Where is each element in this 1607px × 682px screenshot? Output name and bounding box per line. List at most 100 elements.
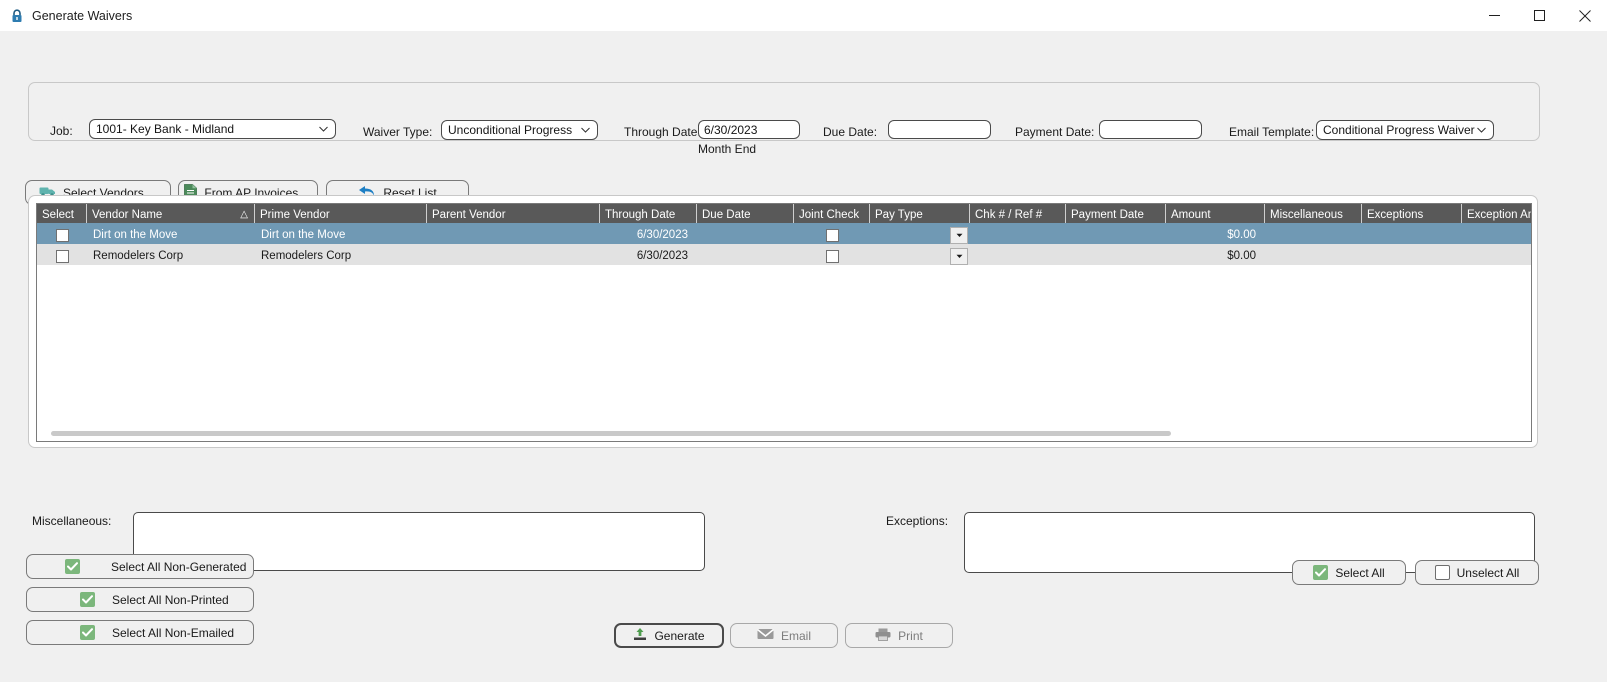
- upload-icon: [633, 627, 647, 644]
- print-button[interactable]: Print: [845, 623, 953, 648]
- table-cell-text: Remodelers Corp: [93, 250, 184, 262]
- grid-column-header[interactable]: Joint Check: [794, 204, 870, 223]
- generate-label: Generate: [654, 628, 705, 643]
- grid-column-header[interactable]: Pay Type: [870, 204, 970, 223]
- job-dropdown[interactable]: 1001- Key Bank - Midland: [89, 119, 336, 139]
- pay-type-dropdown-button[interactable]: [950, 226, 968, 244]
- email-button[interactable]: Email: [730, 623, 838, 648]
- table-cell: [1265, 223, 1362, 244]
- grid-column-header[interactable]: Chk # / Ref #: [970, 204, 1066, 223]
- table-cell: [427, 244, 600, 265]
- through-date-input[interactable]: 6/30/2023: [698, 120, 800, 139]
- chevron-down-icon: [956, 233, 962, 237]
- grid-column-header-label: Amount: [1171, 208, 1211, 221]
- row-select-checkbox[interactable]: [55, 228, 69, 242]
- row-select-cell[interactable]: [37, 244, 87, 265]
- lock-icon: [10, 8, 24, 23]
- grid-column-header[interactable]: Parent Vendor: [427, 204, 600, 223]
- unselect-all-button[interactable]: Unselect All: [1415, 560, 1539, 585]
- row-select-cell[interactable]: [37, 223, 87, 244]
- payment-date-input[interactable]: [1099, 120, 1202, 139]
- main-content: Job: 1001- Key Bank - Midland Waiver Typ…: [0, 31, 1607, 682]
- grid-column-header[interactable]: Exceptions: [1362, 204, 1462, 223]
- table-cell: [1066, 244, 1166, 265]
- grid-column-header-label: Exception Amoun: [1467, 208, 1531, 221]
- due-date-input[interactable]: [888, 120, 991, 139]
- table-row[interactable]: Remodelers Corp Remodelers Corp 6/30/2023 $…: [37, 244, 1531, 265]
- table-cell: [697, 244, 794, 265]
- title-bar-left: Generate Waivers: [0, 9, 132, 23]
- grid-column-header[interactable]: Exception Amoun: [1462, 204, 1531, 223]
- envelope-icon: [756, 628, 774, 643]
- email-label: Email: [780, 628, 811, 643]
- waiver-type-dropdown-value: Unconditional Progress: [448, 123, 573, 137]
- grid-column-header[interactable]: Through Date: [600, 204, 697, 223]
- grid-scrollbar-thumb[interactable]: [51, 431, 1171, 436]
- sort-ascending-icon: △: [240, 209, 248, 220]
- grid-column-header[interactable]: Due Date: [697, 204, 794, 223]
- through-date-value: 6/30/2023: [704, 122, 758, 137]
- joint-check-cell[interactable]: [794, 244, 870, 265]
- table-cell-text: Dirt on the Move: [93, 229, 178, 241]
- exceptions-label: Exceptions:: [886, 514, 949, 528]
- waiver-type-dropdown[interactable]: Unconditional Progress: [441, 120, 598, 140]
- miscellaneous-label: Miscellaneous:: [32, 514, 112, 528]
- grid-column-header-label: Through Date: [605, 208, 676, 221]
- printer-icon: [875, 628, 891, 644]
- grid-header-row: Select Vendor Name △ Prime Vendor Parent Ven…: [37, 204, 1531, 223]
- close-button[interactable]: [1562, 0, 1607, 31]
- grid-column-header-label: Exceptions: [1367, 208, 1424, 221]
- maximize-button[interactable]: [1517, 0, 1562, 31]
- grid-column-header-label: Due Date: [702, 208, 751, 221]
- row-select-checkbox[interactable]: [55, 249, 69, 263]
- select-all-non-printed-button[interactable]: Select All Non-Printed: [26, 587, 254, 612]
- email-template-dropdown[interactable]: Conditional Progress Waiver: [1316, 120, 1494, 140]
- grid-column-header[interactable]: Vendor Name △: [87, 204, 255, 223]
- grid-column-header-label: Pay Type: [875, 208, 923, 221]
- select-all-button[interactable]: Select All: [1292, 560, 1406, 585]
- pay-type-cell[interactable]: [870, 244, 970, 265]
- empty-checkbox-icon: [1434, 565, 1450, 580]
- select-all-non-generated-button[interactable]: Select All Non-Generated: [26, 554, 254, 579]
- pay-type-cell[interactable]: [870, 223, 970, 244]
- grid-column-header[interactable]: Payment Date: [1066, 204, 1166, 223]
- grid-column-header-label: Prime Vendor: [260, 208, 330, 221]
- table-cell: $0.00: [1166, 244, 1265, 265]
- minimize-button[interactable]: [1472, 0, 1517, 31]
- table-cell-text: 6/30/2023: [636, 229, 688, 241]
- waiver-type-label: Waiver Type:: [363, 125, 433, 139]
- grid-column-header[interactable]: Select: [37, 204, 87, 223]
- grid-column-header-label: Miscellaneous: [1270, 208, 1343, 221]
- job-label: Job:: [50, 124, 73, 138]
- grid-column-header[interactable]: Miscellaneous: [1265, 204, 1362, 223]
- grid-column-header[interactable]: Prime Vendor: [255, 204, 427, 223]
- pay-type-dropdown-button[interactable]: [950, 247, 968, 265]
- table-cell-text: $0.00: [1227, 229, 1256, 241]
- table-cell: [1362, 244, 1462, 265]
- grid-column-header-label: Chk # / Ref #: [975, 208, 1043, 221]
- joint-check-cell[interactable]: [794, 223, 870, 244]
- table-cell: $0.00: [1166, 223, 1265, 244]
- print-label: Print: [898, 628, 923, 643]
- table-cell: 6/30/2023: [600, 223, 697, 244]
- table-cell: [970, 223, 1066, 244]
- through-date-label: Through Date:: [624, 125, 701, 139]
- table-row[interactable]: Dirt on the Move Dirt on the Move 6/30/202…: [37, 223, 1531, 244]
- table-cell: [1462, 244, 1531, 265]
- select-all-non-emailed-button[interactable]: Select All Non-Emailed: [26, 620, 254, 645]
- grid-horizontal-scrollbar[interactable]: [37, 426, 1531, 441]
- select-all-non-emailed-label: Select All Non-Emailed: [112, 625, 235, 640]
- generate-button[interactable]: Generate: [614, 623, 724, 648]
- vendor-grid-panel: Select Vendor Name △ Prime Vendor Parent Ven…: [28, 195, 1538, 448]
- unselect-all-label: Unselect All: [1456, 565, 1520, 580]
- joint-check-checkbox[interactable]: [825, 249, 839, 263]
- joint-check-checkbox[interactable]: [825, 228, 839, 242]
- window-title: Generate Waivers: [32, 8, 133, 23]
- chevron-down-icon: [319, 126, 328, 132]
- email-template-label: Email Template:: [1229, 125, 1315, 139]
- email-template-dropdown-value: Conditional Progress Waiver: [1323, 123, 1475, 137]
- grid-column-header[interactable]: Amount: [1166, 204, 1265, 223]
- table-cell-text: $0.00: [1227, 250, 1256, 262]
- grid-body: Dirt on the Move Dirt on the Move 6/30/202…: [37, 223, 1531, 265]
- table-cell-text: 6/30/2023: [636, 250, 688, 262]
